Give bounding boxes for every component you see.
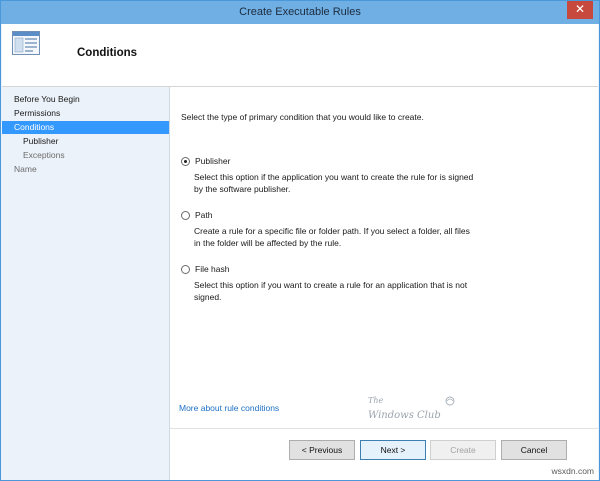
cancel-button[interactable]: Cancel xyxy=(501,440,567,460)
step-before-you-begin[interactable]: Before You Begin xyxy=(2,93,169,106)
step-conditions[interactable]: Conditions xyxy=(2,121,169,134)
wizard-content: Select the type of primary condition tha… xyxy=(170,87,598,480)
path-radio[interactable] xyxy=(181,211,190,220)
publisher-radio-label[interactable]: Publisher xyxy=(195,156,230,166)
path-radio-label[interactable]: Path xyxy=(195,210,213,220)
next-button[interactable]: Next > xyxy=(360,440,426,460)
publisher-description: Select this option if the application yo… xyxy=(194,171,524,195)
step-publisher[interactable]: Publisher xyxy=(2,135,169,148)
step-exceptions[interactable]: Exceptions xyxy=(2,149,169,162)
instruction-text: Select the type of primary condition tha… xyxy=(181,112,424,122)
step-label: Permissions xyxy=(14,108,61,118)
previous-button[interactable]: < Previous xyxy=(289,440,355,460)
description-line: by the software publisher. xyxy=(194,184,291,194)
step-label: Conditions xyxy=(14,122,55,132)
publisher-radio[interactable] xyxy=(181,157,190,166)
step-name[interactable]: Name xyxy=(2,163,169,176)
watermark-line1: The xyxy=(368,396,383,405)
page-title: Conditions xyxy=(77,47,138,59)
step-label: Publisher xyxy=(23,136,59,146)
file-hash-radio[interactable] xyxy=(181,265,190,274)
path-description: Create a rule for a specific file or fol… xyxy=(194,225,524,249)
step-label: Before You Begin xyxy=(14,94,80,104)
watermark-line2: Windows Club xyxy=(368,410,441,421)
step-label: Exceptions xyxy=(23,150,65,160)
description-line: Select this option if you want to create… xyxy=(194,280,468,290)
window-icon xyxy=(12,31,40,55)
close-button[interactable]: ✕ xyxy=(567,1,593,19)
rule-conditions-help-link[interactable]: More about rule conditions xyxy=(179,403,279,413)
footer-divider xyxy=(170,428,598,429)
description-line: in the folder will be affected by the ru… xyxy=(194,238,342,248)
create-button[interactable]: Create xyxy=(430,440,496,460)
wizard-step-list: Before You Begin Permissions Conditions … xyxy=(2,87,170,480)
dialog-window: Create Executable Rules ✕ Conditions Bef… xyxy=(0,0,600,481)
description-line: Select this option if the application yo… xyxy=(194,172,474,182)
window-title: Create Executable Rules xyxy=(239,6,361,18)
watermark-logo: The Windows Club xyxy=(368,396,455,421)
close-icon: ✕ xyxy=(574,2,586,16)
file-hash-radio-label[interactable]: File hash xyxy=(195,264,230,274)
step-label: Name xyxy=(14,164,37,174)
wizard-header: Conditions xyxy=(2,24,598,87)
description-line: signed. xyxy=(194,292,222,302)
site-watermark: wsxdn.com xyxy=(551,466,594,476)
file-hash-description: Select this option if you want to create… xyxy=(194,279,524,303)
step-permissions[interactable]: Permissions xyxy=(2,107,169,120)
title-bar[interactable]: Create Executable Rules ✕ xyxy=(1,1,599,24)
description-line: Create a rule for a specific file or fol… xyxy=(194,226,470,236)
